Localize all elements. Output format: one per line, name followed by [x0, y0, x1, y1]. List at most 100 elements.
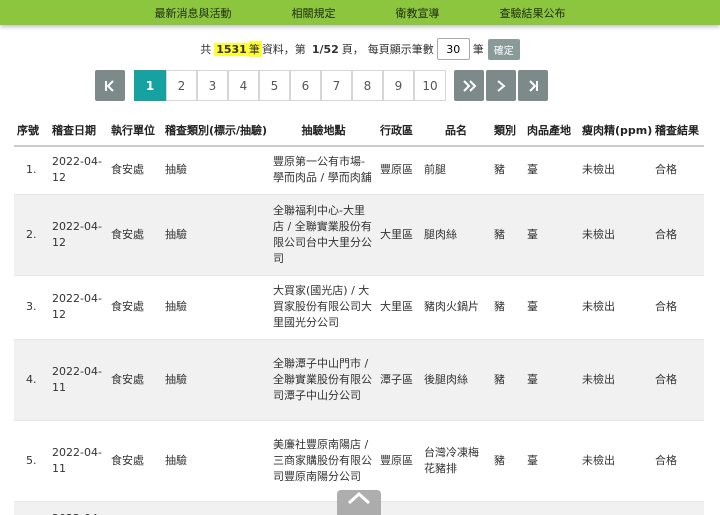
cell-index: 2. [14, 193, 49, 275]
table-row: 1. 2022-04-12 食安處 抽驗 豐原第一公有市場-學而肉品 / 學而肉… [14, 145, 704, 194]
cell-ractopamine: 未檢出 [579, 338, 652, 420]
cell-type [162, 500, 270, 515]
cell-unit: 食安處 [108, 145, 162, 194]
cell-origin: 臺 [524, 419, 579, 501]
scroll-to-top-button[interactable] [337, 490, 381, 515]
table-row: 4. 2022-04-11 食安處 抽驗 全聯潭子中山門市 / 全聯實業股份有限… [14, 338, 704, 420]
table-row: 3. 2022-04-12 食安處 抽驗 大買家(國光店) / 大買家股份有限公… [14, 274, 704, 339]
cell-index: 4. [14, 338, 49, 420]
cell-product [421, 500, 491, 515]
last-page-icon [529, 79, 538, 92]
cell-type: 抽驗 [162, 145, 270, 194]
page-button-2[interactable]: 2 [166, 70, 197, 101]
next-group-button[interactable] [454, 70, 484, 101]
page-button-6[interactable]: 6 [290, 70, 321, 101]
cell-unit: 食安處 [108, 274, 162, 339]
summary-mid: 資料，第 [261, 43, 306, 56]
per-page-input[interactable] [436, 38, 470, 60]
cell-location: 全聯福利中心-大里店 / 全聯實業股份有限公司台中大里分公司 [270, 193, 377, 275]
cell-result: 合格 [652, 274, 704, 339]
cell-date: 2022-04-12 [49, 193, 108, 275]
cell-index: 1. [14, 145, 49, 194]
cell-unit: 食安處 [108, 193, 162, 275]
col-header-date: 稽查日期 [49, 115, 108, 147]
nav-link-inspection-results[interactable]: 查驗結果公布 [500, 5, 566, 21]
cell-unit [108, 500, 162, 515]
cell-date: 2022-04-12 [49, 274, 108, 339]
pagination: 1 2 3 4 5 6 7 8 9 10 [0, 70, 720, 101]
cell-district: 大里區 [377, 193, 421, 275]
cell-index [14, 500, 49, 515]
cell-result: 合格 [652, 145, 704, 194]
page-button-8[interactable]: 8 [352, 70, 383, 101]
total-count: 1531 [214, 42, 249, 56]
cell-unit: 食安處 [108, 338, 162, 420]
summary-prefix: 共 [200, 43, 212, 56]
col-header-unit: 執行單位 [108, 115, 162, 147]
first-page-icon [105, 79, 114, 92]
top-nav: 最新消息與活動 相關規定 衛教宣導 查驗結果公布 [0, 0, 720, 25]
cell-category: 豬 [491, 274, 524, 339]
page-button-1[interactable]: 1 [134, 70, 166, 101]
cell-location: 豐原第一公有市場-學而肉品 / 學而肉舖 [270, 145, 377, 194]
cell-category: 豬 [491, 145, 524, 194]
col-header-index: 序號 [14, 115, 49, 147]
col-header-product: 品名 [421, 115, 491, 147]
cell-result: 合格 [652, 193, 704, 275]
cell-result [652, 500, 704, 515]
nav-link-regulations[interactable]: 相關規定 [292, 5, 336, 21]
col-header-location: 抽驗地點 [270, 115, 377, 147]
table-row: 5. 2022-04-11 食安處 抽驗 美廉社豐原南陽店 / 三商家購股份有限… [14, 419, 704, 501]
result-summary: 共 1531筆 資料，第 1/52 頁， 每頁顯示筆數 筆 確定 [0, 37, 720, 61]
nav-link-health-education[interactable]: 衛教宣導 [396, 5, 440, 21]
cell-origin: 臺 [524, 274, 579, 339]
page-button-5[interactable]: 5 [259, 70, 290, 101]
page-button-4[interactable]: 4 [228, 70, 259, 101]
cell-ractopamine [579, 500, 652, 515]
double-chevron-right-icon [463, 79, 477, 92]
per-page-label: 每頁顯示筆數 [367, 43, 434, 56]
cell-category: 豬 [491, 193, 524, 275]
cell-location: 大買家(國光店) / 大買家股份有限公司大里國光分公司 [270, 274, 377, 339]
nav-link-news[interactable]: 最新消息與活動 [155, 5, 232, 21]
col-header-district: 行政區 [377, 115, 421, 147]
cell-date: 2022-04-11 [49, 419, 108, 501]
table-header-row: 序號 稽查日期 執行單位 稽查類別(標示/抽驗) 抽驗地點 行政區 品名 類別 … [14, 115, 704, 147]
cell-index: 5. [14, 419, 49, 501]
col-header-category: 類別 [491, 115, 524, 147]
cell-type: 抽驗 [162, 274, 270, 339]
cell-origin: 臺 [524, 145, 579, 194]
cell-date: 2022-04-12 [49, 145, 108, 194]
last-page-button[interactable] [518, 70, 548, 101]
page-button-7[interactable]: 7 [321, 70, 352, 101]
cell-result: 合格 [652, 338, 704, 420]
cell-unit: 食安處 [108, 419, 162, 501]
page-unit: 頁， [341, 43, 364, 56]
cell-type: 抽驗 [162, 338, 270, 420]
page-button-9[interactable]: 9 [383, 70, 414, 101]
chevron-up-icon [347, 491, 371, 505]
cell-origin: 臺 [524, 338, 579, 420]
col-header-ractopamine: 瘦肉精(ppm) [579, 115, 652, 147]
cell-district: 豐原區 [377, 145, 421, 194]
cell-district: 潭子區 [377, 338, 421, 420]
page-button-3[interactable]: 3 [197, 70, 228, 101]
cell-type: 抽驗 [162, 419, 270, 501]
cell-product: 前腿 [421, 145, 491, 194]
page-indicator: 1/52 [311, 42, 339, 56]
cell-product: 腿肉絲 [421, 193, 491, 275]
cell-district: 大里區 [377, 274, 421, 339]
first-page-button[interactable] [95, 70, 125, 101]
col-header-origin: 肉品產地 [524, 115, 579, 147]
cell-category: 豬 [491, 419, 524, 501]
cell-product: 豬肉火鍋片 [421, 274, 491, 339]
cell-ractopamine: 未檢出 [579, 193, 652, 275]
chevron-right-icon [497, 79, 506, 92]
confirm-button[interactable]: 確定 [487, 38, 520, 60]
inspection-table: 序號 稽查日期 執行單位 稽查類別(標示/抽驗) 抽驗地點 行政區 品名 類別 … [14, 115, 704, 515]
cell-district [377, 500, 421, 515]
page-button-10[interactable]: 10 [414, 70, 446, 101]
cell-location: 美廉社豐原南陽店 / 三商家購股份有限公司豐原南陽分公司 [270, 419, 377, 501]
total-unit: 筆 [248, 41, 262, 57]
next-page-button[interactable] [486, 70, 516, 101]
